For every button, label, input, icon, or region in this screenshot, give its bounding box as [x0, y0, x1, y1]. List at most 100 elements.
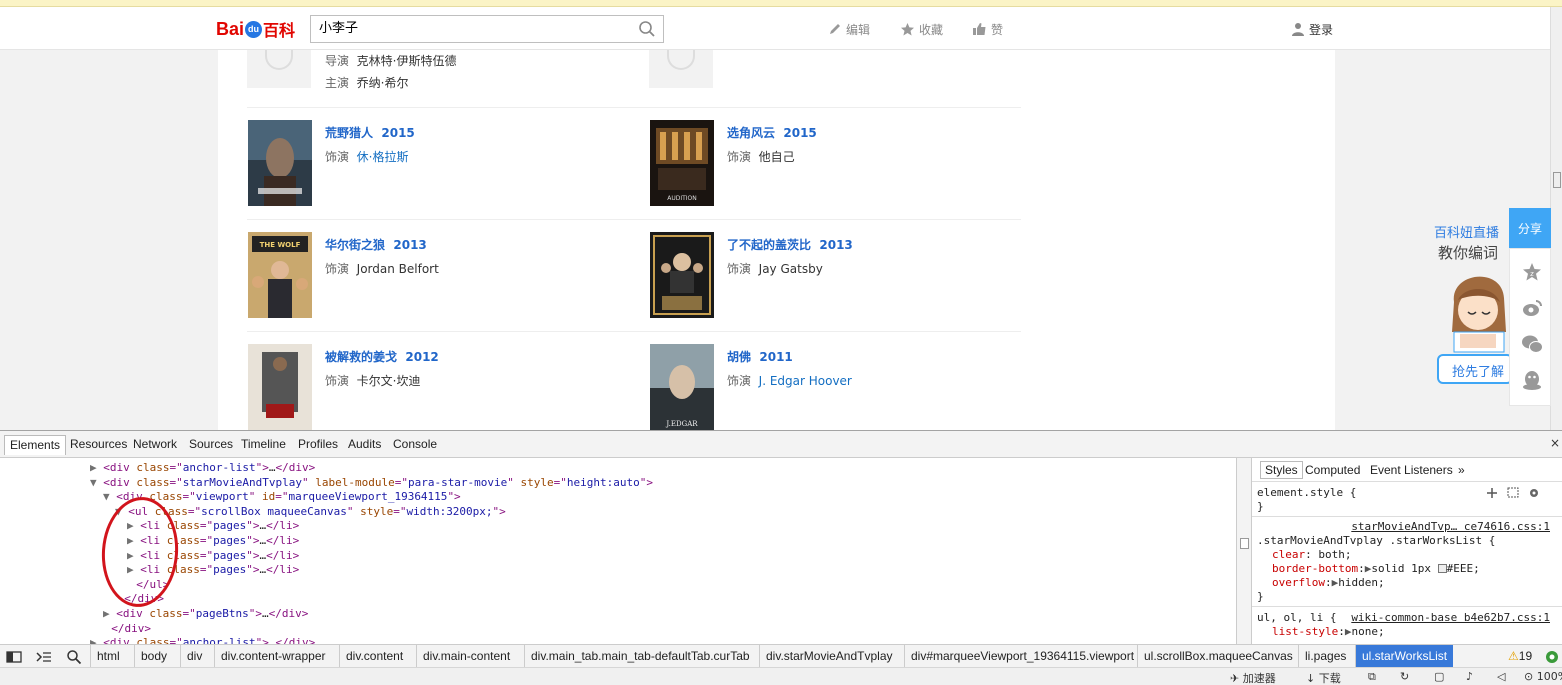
- poster-revenant[interactable]: [248, 120, 312, 206]
- promo-line-1[interactable]: 百科妞直播: [1434, 222, 1510, 241]
- dom-node-line[interactable]: ▶ <div class="pageBtns">…</div>: [103, 607, 308, 621]
- breadcrumb-item[interactable]: body: [134, 645, 173, 668]
- poster-j-edgar[interactable]: J.EDGAR: [650, 344, 714, 430]
- tab-elements[interactable]: Elements: [4, 435, 67, 455]
- poster-audition[interactable]: AUDITION: [650, 120, 714, 206]
- color-swatch[interactable]: [1437, 564, 1447, 573]
- like-button[interactable]: 赞: [972, 21, 1003, 37]
- breadcrumb-item[interactable]: li.pages: [1298, 645, 1352, 668]
- breadcrumb-item[interactable]: div.main-content: [416, 645, 516, 668]
- tab-audits[interactable]: Audits: [348, 437, 381, 451]
- styles-pane: Styles Computed Event Listeners » elemen…: [1252, 458, 1562, 644]
- refresh-icon[interactable]: ↻: [1400, 670, 1409, 683]
- warning-counter[interactable]: ⚠19: [1508, 649, 1532, 663]
- crop-icon[interactable]: ⧉: [1368, 670, 1376, 684]
- cast-link[interactable]: 乔纳·希尔: [357, 76, 409, 90]
- dom-token: </div>: [275, 461, 316, 474]
- collapsed-triangle-icon[interactable]: ▶: [90, 461, 103, 474]
- director-link[interactable]: 克林特·伊斯特伍德: [357, 54, 457, 68]
- dock-icon[interactable]: [6, 649, 22, 665]
- tab-sources[interactable]: Sources: [189, 437, 233, 451]
- page-scrollbar[interactable]: [1550, 7, 1562, 430]
- promo-button[interactable]: 抢先了解: [1437, 354, 1513, 384]
- css-property-overflow[interactable]: overflow:▶hidden;: [1272, 576, 1385, 590]
- console-drawer-icon[interactable]: [36, 649, 52, 665]
- tab-more[interactable]: »: [1458, 463, 1465, 477]
- accelerator-button[interactable]: ✈ 加速器: [1230, 670, 1276, 685]
- tab-resources[interactable]: Resources: [70, 437, 127, 451]
- movie-title-link[interactable]: 了不起的盖茨比 2013: [727, 236, 853, 253]
- movie-year: 2013: [819, 238, 853, 252]
- css-property-clear[interactable]: clear: both;: [1272, 548, 1352, 562]
- collapsed-triangle-icon[interactable]: ▶: [90, 636, 103, 644]
- tab-profiles[interactable]: Profiles: [298, 437, 338, 451]
- tab-network[interactable]: Network: [133, 437, 177, 451]
- breadcrumb-item[interactable]: div#marqueeViewport_19364115.viewport: [904, 645, 1140, 668]
- weibo-icon[interactable]: [1521, 297, 1543, 319]
- favorite-button[interactable]: 收藏: [900, 21, 943, 37]
- breadcrumb-item[interactable]: ul.starWorksList: [1355, 645, 1454, 668]
- baidu-baike-logo[interactable]: Bai du 百科: [216, 15, 295, 43]
- style-tools-icon[interactable]: [1486, 487, 1550, 499]
- tab-console[interactable]: Console: [393, 437, 437, 451]
- zoom-control[interactable]: ⊙ 100%: [1524, 670, 1562, 683]
- rule2-source-link[interactable]: wiki-common-base b4e62b7.css:1: [1351, 611, 1550, 625]
- login-button[interactable]: 登录: [1291, 21, 1333, 37]
- scrollbar-thumb[interactable]: [1553, 172, 1561, 188]
- breadcrumb-item[interactable]: div.main_tab.main_tab-defaultTab.curTab: [524, 645, 756, 668]
- movie-title-link[interactable]: 荒野猎人 2015: [325, 124, 415, 141]
- tab-computed[interactable]: Computed: [1305, 463, 1360, 477]
- window-icon[interactable]: ▢: [1434, 670, 1444, 683]
- collapsed-triangle-icon[interactable]: ▶: [103, 607, 116, 620]
- poster-wolf-of-wall-street[interactable]: THE WOLF: [248, 232, 312, 318]
- dom-token: </div>: [275, 636, 316, 644]
- dom-node-line[interactable]: ▼ <div class="starMovieAndTvplay" label-…: [90, 476, 653, 490]
- breadcrumb-item[interactable]: div.starMovieAndTvplay: [759, 645, 899, 668]
- dom-node-line[interactable]: </div>: [98, 622, 151, 636]
- expanded-triangle-icon[interactable]: ▼: [103, 490, 116, 503]
- logo-text-baike: 百科: [263, 23, 296, 40]
- breadcrumb-item[interactable]: html: [90, 645, 126, 668]
- movie-role-row: 饰演 他自己: [727, 148, 795, 165]
- inspect-search-icon[interactable]: [66, 649, 82, 665]
- dom-node-line[interactable]: ▶ <div class="anchor-list">…</div>: [90, 636, 315, 644]
- poster-text: AUDITION: [667, 195, 697, 202]
- settings-gear-icon[interactable]: [1544, 649, 1560, 665]
- search-input[interactable]: 小李子: [310, 15, 664, 43]
- tab-styles[interactable]: Styles: [1260, 461, 1303, 479]
- edit-button[interactable]: 编辑: [828, 21, 870, 37]
- movie-title-link[interactable]: 华尔街之狼 2013: [325, 236, 427, 253]
- breadcrumb-item[interactable]: div.content-wrapper: [214, 645, 332, 668]
- css-property-list-style[interactable]: list-style:▶none;: [1272, 625, 1385, 639]
- close-devtools-button[interactable]: ×: [1550, 436, 1560, 450]
- movie-title-link[interactable]: 胡佛 2011: [727, 348, 793, 365]
- role-link[interactable]: J. Edgar Hoover: [759, 374, 852, 388]
- tab-event-listeners[interactable]: Event Listeners: [1370, 463, 1453, 477]
- role-label: 饰演: [325, 150, 350, 164]
- download-button[interactable]: ↓ 下载: [1306, 670, 1341, 685]
- breadcrumb-item[interactable]: ul.scrollBox.maqueeCanvas: [1137, 645, 1299, 668]
- search-icon[interactable]: [638, 20, 656, 38]
- sound-icon[interactable]: ♪: [1466, 670, 1473, 683]
- css-property-border-bottom[interactable]: border-bottom:▶solid 1px #EEE;: [1272, 562, 1480, 576]
- dom-node-line[interactable]: ▶ <div class="anchor-list">…</div>: [90, 461, 315, 475]
- wechat-icon[interactable]: [1521, 333, 1543, 355]
- zoom-icon: ⊙: [1524, 670, 1534, 683]
- qzone-star-icon[interactable]: z: [1521, 261, 1543, 283]
- movie-title-link[interactable]: 选角风云 2015: [727, 124, 817, 141]
- breadcrumb-item[interactable]: div.content: [339, 645, 409, 668]
- panel-splitter[interactable]: [1236, 458, 1252, 644]
- mute-icon[interactable]: ◁: [1497, 670, 1505, 683]
- breadcrumb-item[interactable]: div: [180, 645, 208, 668]
- role-link[interactable]: 休·格拉斯: [357, 150, 409, 164]
- share-button[interactable]: 分享: [1509, 208, 1551, 248]
- poster-django-unchained[interactable]: [248, 344, 312, 430]
- tab-timeline[interactable]: Timeline: [241, 437, 286, 451]
- movie-title-link[interactable]: 被解救的姜戈 2012: [325, 348, 439, 365]
- dom-node-line[interactable]: ▼ <ul class="scrollBox maqueeCanvas" sty…: [115, 505, 506, 519]
- poster-great-gatsby[interactable]: [650, 232, 714, 318]
- expanded-triangle-icon[interactable]: ▼: [90, 476, 103, 489]
- qq-penguin-icon[interactable]: [1521, 369, 1543, 391]
- rule1-source-link[interactable]: starMovieAndTvp… ce74616.css:1: [1351, 520, 1550, 534]
- accelerator-label: 加速器: [1242, 672, 1276, 685]
